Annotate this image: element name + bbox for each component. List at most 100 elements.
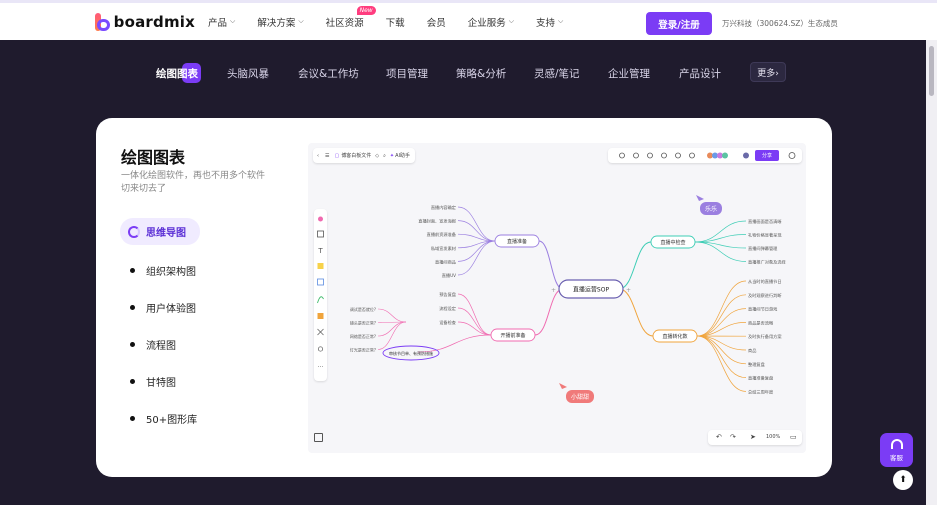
mindmap-branch-label: 直播转化数 — [662, 333, 687, 340]
mindmap-link — [696, 335, 747, 392]
mindmap-link — [457, 206, 496, 242]
loading-ring-icon — [128, 225, 140, 238]
mindmap-leaf: 从当时的直播节日 — [748, 278, 782, 285]
logo-text: boardmix — [113, 12, 195, 31]
mindmap-link — [377, 308, 407, 323]
nav-item-download[interactable]: 下载 — [386, 15, 405, 29]
mindmap-leaf: 流程设定 — [439, 305, 456, 312]
tab-strategy-analysis[interactable]: 策略&分析 — [456, 58, 506, 88]
cursor-tag-lele: 乐乐 — [700, 202, 723, 215]
feature-item-shape-library[interactable]: 50+图形库 — [130, 411, 197, 426]
mindmap-branch-label: 直播中检查 — [660, 239, 685, 246]
mindmap-subleaf: 灯光是否正常? — [350, 347, 376, 353]
nav-item-support[interactable]: 支持 ⌵ — [536, 15, 563, 29]
mindmap-canvas: 直播内容确定直播封面、宣发海报直播前资源准备私域宣发素材直播间商品直播UV 直播准… — [350, 195, 787, 395]
mindmap-highlight-text: 审核节目单、有预防措施 — [389, 350, 433, 356]
chevron-down-icon: ⌵ — [508, 17, 515, 25]
feature-item-flowchart[interactable]: 流程图 — [130, 337, 176, 352]
nav-item-product[interactable]: 产品 ⌵ — [208, 15, 235, 29]
nav-item-solutions[interactable]: 解决方案 ⌵ — [257, 15, 303, 29]
mindmap-leaf: 总结三周年度 — [748, 388, 774, 395]
mindmap-leaf: 直播准备复盘 — [748, 375, 773, 382]
cursor-arrow-icon — [559, 383, 567, 389]
mindmap-link — [696, 308, 747, 337]
top-navigation: boardmix 产品 ⌵ 解决方案 ⌵ 社区资源 New 下载 会员 企业服务 ⌵ 支… — [0, 0, 937, 40]
tab-meeting-workshop[interactable]: 会议&工作坊 — [298, 58, 359, 88]
plus-icon: + — [551, 287, 556, 294]
mindmap-leaf: 设备检查 — [439, 319, 457, 326]
page-scrollbar-thumb[interactable] — [929, 46, 934, 96]
card-description: 一体化绘图软件，再也不用多个软件切来切去了 — [121, 171, 266, 194]
mindmap-center-label: 直播运营SOP — [573, 286, 610, 294]
mindmap-link — [538, 240, 564, 290]
mindmap-link — [696, 294, 747, 337]
pointer-icon[interactable]: ➤ — [750, 433, 756, 441]
mindmap-link — [694, 220, 747, 243]
mindmap-leaf: 直播内容确定 — [431, 204, 456, 211]
tab-inspiration-notes[interactable]: 灵感/笔记 — [534, 58, 580, 88]
more-categories-button[interactable]: 更多› — [750, 62, 786, 82]
minimap-icon[interactable] — [314, 433, 323, 442]
nav-menu: 产品 ⌵ 解决方案 ⌵ 社区资源 New 下载 会员 企业服务 ⌵ 支持 ⌵ — [208, 5, 585, 29]
login-register-button[interactable]: 登录/注册 — [646, 12, 712, 35]
fit-icon[interactable]: ▭ — [790, 433, 797, 441]
new-badge: New — [356, 5, 376, 15]
page-scrollbar-track[interactable] — [926, 40, 937, 505]
boardmix-logo-icon — [95, 12, 110, 31]
arrow-up-icon: ⬆ — [899, 475, 907, 485]
feature-item-gantt[interactable]: 甘特图 — [130, 374, 176, 389]
customer-service-button[interactable]: 客服 — [880, 433, 913, 467]
bullet-icon — [130, 268, 135, 273]
back-to-top-button[interactable]: ⬆ — [893, 470, 913, 490]
mindmap-link — [457, 321, 492, 336]
mindmap-subleaf: 调试是否就位? — [350, 306, 376, 312]
mindmap-link — [417, 334, 492, 353]
feature-item-mindmap[interactable]: 思维导图 — [120, 218, 200, 245]
mindmap-leaf: 直播画面是否清晰 — [748, 218, 782, 225]
mindmap-leaf: 直播前资源准备 — [427, 231, 457, 238]
mindmap-link — [696, 335, 747, 365]
mindmap-link — [534, 288, 564, 336]
mindmap-preview: ‹ ☰ ▢ 博客白板文件 ◇ ⌕ ✦ AI助手 分享 T ··· 直播内容确定 … — [308, 143, 806, 453]
tab-project-management[interactable]: 项目管理 — [386, 58, 428, 88]
cursor-tag-xiaotiantian: 小甜甜 — [566, 390, 595, 403]
nav-item-community[interactable]: 社区资源 New — [326, 5, 376, 29]
mindmap-subleaf: 镜头是否正常? — [350, 320, 376, 326]
tab-product-design[interactable]: 产品设计 — [679, 58, 721, 88]
bullet-icon — [130, 416, 135, 421]
feature-item-ux-map[interactable]: 用户体验图 — [130, 300, 196, 315]
nav-item-membership[interactable]: 会员 — [427, 15, 446, 29]
mindmap-leaf: 礼物价格显著呈现 — [748, 232, 782, 239]
tab-drawing-charts[interactable]: 绘图图表 — [156, 58, 201, 88]
feature-item-org-chart[interactable]: 组织架构图 — [130, 263, 196, 278]
plus-icon: + — [626, 287, 631, 294]
zoom-toolbar: ↶ ↷ ➤ 100% ▭ — [708, 430, 802, 445]
mindmap-link — [618, 241, 652, 290]
category-tabs: 绘图图表 头脑风暴 会议&工作坊 项目管理 策略&分析 灵感/笔记 企业管理 产… — [0, 58, 937, 88]
mindmap-leaf: 直播封面、宣发海报 — [418, 218, 457, 225]
logo[interactable]: boardmix — [95, 12, 195, 31]
mindmap-leaf: 直播推广对象及选择 — [748, 259, 787, 266]
mindmap-leaf: 预告复盘 — [439, 291, 456, 298]
mindmap-leaf: 直播间商品 — [435, 258, 456, 265]
cursor-arrow-icon — [696, 195, 704, 201]
mindmap-link — [377, 321, 407, 337]
tab-enterprise-management[interactable]: 企业管理 — [608, 58, 650, 88]
zoom-level[interactable]: 100% — [766, 434, 780, 440]
mindmap-link — [457, 307, 492, 336]
feature-card: 绘图图表 一体化绘图软件，再也不用多个软件切来切去了 思维导图 组织架构图 用户… — [96, 118, 832, 477]
mindmap-leaf: 直播间弹幕管理 — [748, 245, 778, 252]
undo-icon[interactable]: ↶ — [716, 433, 722, 441]
mindmap-leaf: 商品是否流畅 — [748, 319, 773, 326]
mindmap-link — [618, 288, 654, 337]
nav-item-enterprise[interactable]: 企业服务 ⌵ — [468, 15, 514, 29]
mindmap-leaf: 私域宣发素材 — [431, 245, 456, 252]
redo-icon[interactable]: ↷ — [730, 433, 736, 441]
mindmap-branch-label: 直播准备 — [507, 238, 527, 245]
eco-member-text: 万兴科技（300624.SZ）生态成员 — [722, 19, 838, 28]
mindmap-leaf: 及时执行备用方案 — [748, 333, 782, 340]
tab-brainstorm[interactable]: 头脑风暴 — [227, 58, 269, 88]
mindmap-link — [696, 280, 747, 337]
chevron-down-icon: ⌵ — [298, 17, 304, 25]
bullet-icon — [130, 342, 135, 347]
